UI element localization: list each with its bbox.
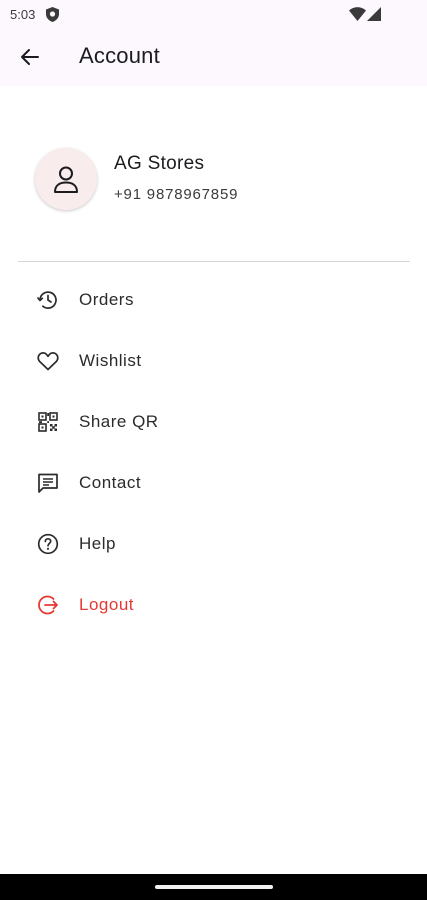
- app-bar: Account: [0, 28, 427, 86]
- person-icon: [54, 166, 78, 193]
- menu-item-logout[interactable]: Logout: [0, 575, 427, 635]
- status-time: 5:03: [10, 7, 36, 22]
- system-nav-bar: [0, 874, 427, 900]
- menu-item-orders[interactable]: Orders: [0, 270, 427, 330]
- help-circle-icon: [37, 533, 59, 555]
- chat-icon: [38, 473, 58, 493]
- logout-icon: [38, 595, 58, 615]
- history-icon: [36, 291, 57, 309]
- menu-item-label: Contact: [79, 473, 142, 492]
- home-indicator[interactable]: [155, 885, 273, 889]
- menu-item-label: Help: [79, 534, 116, 553]
- menu-item-label: Logout: [79, 595, 134, 614]
- menu-item-wishlist[interactable]: Wishlist: [0, 331, 427, 391]
- shield-icon: [46, 7, 59, 22]
- menu-item-contact[interactable]: Contact: [0, 453, 427, 513]
- menu-item-label: Share QR: [79, 412, 159, 431]
- arrow-back-icon: [21, 49, 39, 65]
- heart-icon: [37, 352, 59, 371]
- back-button[interactable]: [12, 39, 48, 75]
- divider: [18, 261, 410, 262]
- menu-item-label: Orders: [79, 290, 134, 309]
- menu-item-share-qr[interactable]: Share QR: [0, 392, 427, 452]
- signal-icon: [367, 7, 381, 21]
- qr-code-icon: [38, 412, 58, 432]
- profile-card: AG Stores +91 9878967859: [35, 148, 395, 210]
- wifi-icon: [349, 7, 366, 21]
- menu-item-help[interactable]: Help: [0, 514, 427, 574]
- profile-name: AG Stores: [114, 153, 205, 174]
- menu-item-label: Wishlist: [79, 351, 142, 370]
- page-title: Account: [79, 43, 160, 68]
- avatar: [35, 148, 97, 210]
- status-bar: 5:03: [0, 0, 427, 28]
- profile-phone: +91 9878967859: [114, 186, 239, 203]
